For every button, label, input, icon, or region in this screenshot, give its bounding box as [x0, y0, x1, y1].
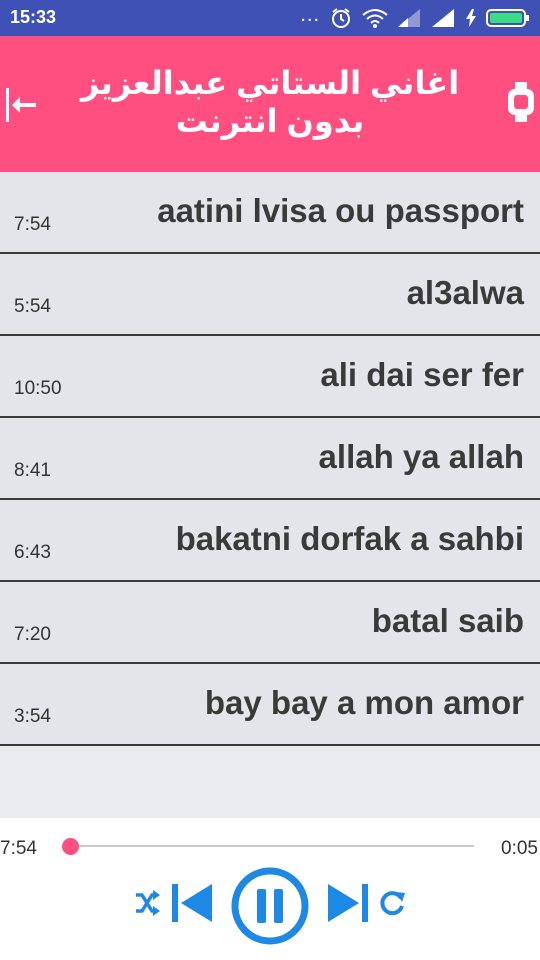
wifi-icon [362, 9, 388, 28]
song-title: al3alwa [406, 274, 524, 311]
song-row[interactable]: 3:54 bay bay a mon amor [0, 664, 540, 746]
song-row[interactable]: 7:20 batal saib [0, 582, 540, 664]
seek-thumb[interactable] [62, 838, 80, 855]
song-row[interactable]: 5:54 al3alwa [0, 254, 540, 336]
player-bar: 7:54 0:05 [0, 818, 540, 960]
song-duration: 3:54 [14, 706, 51, 727]
song-row[interactable]: 7:54 aatini lvisa ou passport [0, 172, 540, 254]
song-duration: 7:54 [14, 214, 51, 235]
app-header: اغاني الستاتي عبدالعزيز بدون انترنت [0, 36, 540, 172]
song-title: bay bay a mon amor [204, 684, 524, 721]
status-icons: ... [300, 4, 530, 30]
next-icon[interactable] [328, 884, 368, 922]
previous-icon[interactable] [172, 884, 212, 922]
signal-icon [398, 9, 420, 27]
alarm-icon [332, 8, 350, 28]
status-time: 15:33 [10, 7, 57, 27]
song-title: bakatni dorfak a sahbi [175, 520, 524, 557]
back-arrow-icon[interactable] [6, 88, 36, 122]
repeat-icon[interactable] [380, 890, 406, 916]
status-bar: 15:33 ... [0, 0, 540, 36]
song-row[interactable]: 8:41 allah ya allah [0, 418, 540, 500]
song-title: ali dai ser fer [320, 356, 524, 393]
remaining-time: 0:05 [501, 838, 538, 859]
song-title: batal saib [371, 602, 524, 639]
song-duration: 8:41 [14, 460, 51, 481]
page-title: اغاني الستاتي عبدالعزيز بدون انترنت [80, 65, 460, 139]
signal-icon [432, 9, 454, 27]
song-list: 7:54 aatini lvisa ou passport 5:54 al3al… [0, 172, 540, 818]
song-row[interactable]: 10:50 ali dai ser fer [0, 336, 540, 418]
charging-icon [466, 9, 476, 27]
notification-dots: ... [300, 4, 320, 26]
battery-icon [486, 9, 529, 27]
watch-icon[interactable] [506, 82, 536, 122]
song-duration: 10:50 [14, 378, 62, 399]
song-row[interactable]: 6:43 bakatni dorfak a sahbi [0, 500, 540, 582]
shuffle-icon[interactable] [134, 890, 160, 916]
elapsed-time: 7:54 [0, 838, 37, 859]
song-title: allah ya allah [318, 438, 524, 475]
song-duration: 6:43 [14, 542, 51, 563]
song-duration: 7:20 [14, 624, 51, 645]
song-title: aatini lvisa ou passport [157, 192, 524, 229]
song-duration: 5:54 [14, 296, 51, 317]
pause-icon[interactable] [230, 866, 310, 946]
seek-bar[interactable] [66, 845, 474, 847]
